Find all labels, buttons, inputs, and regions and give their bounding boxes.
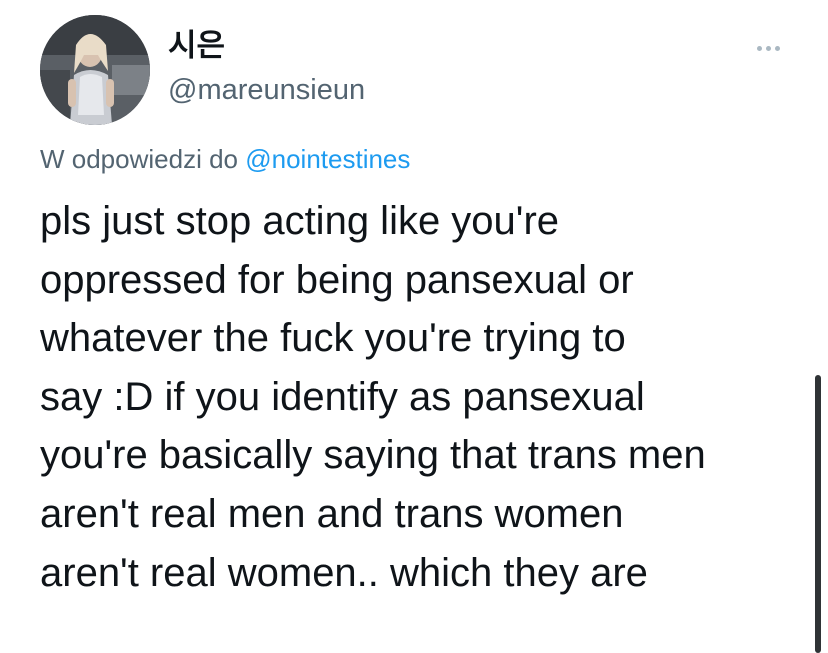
tweet-text-line: aren't real men and trans women [40,491,624,536]
reply-prefix: W odpowiedzi do [40,144,238,174]
scrollbar[interactable] [815,375,821,653]
user-avatar-photo-icon [40,15,150,125]
tweet-text: pls just stop acting like you're oppress… [40,192,810,602]
tweet-text-line: pls just stop acting like you're [40,199,560,243]
dot-icon [774,45,780,51]
dot-icon [756,45,762,51]
tweet-text-line: whatever the fuck you're trying to [40,316,626,361]
dot-icon [765,45,771,51]
tweet: 시은 @mareunsieun W odpowiedzi do @nointes… [0,0,828,653]
more-options-icon[interactable] [748,38,788,58]
reply-mention-link[interactable]: @nointestines [245,144,410,174]
user-handle[interactable]: @mareunsieun [168,73,365,107]
display-name[interactable]: 시은 [168,28,225,64]
tweet-text-line: oppressed for being pansexual or [40,257,634,302]
tweet-text-line: say :D if you identify as pansexual [40,374,645,419]
reply-context: W odpowiedzi do @nointestines [40,143,410,175]
avatar[interactable] [40,15,150,125]
tweet-text-line: aren't real women.. which they are [40,550,648,595]
tweet-text-line: you're basically saying that trans men [40,433,706,478]
